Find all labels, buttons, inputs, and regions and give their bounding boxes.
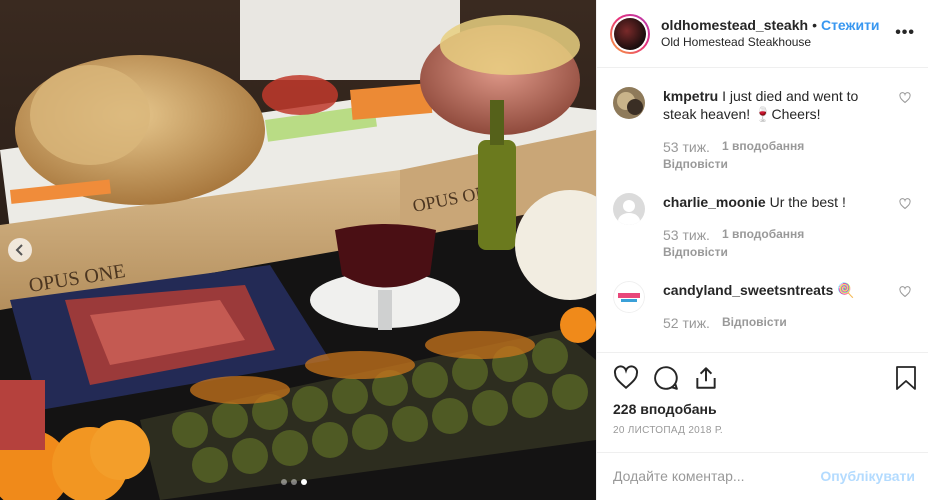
comment-time[interactable]: 52 тиж.: [663, 315, 710, 331]
comment-text-block: charlie_moonie Ur the best !: [663, 193, 885, 211]
share-icon: [696, 367, 716, 389]
follow-button[interactable]: Стежити: [821, 17, 880, 33]
carousel-dot-active: [301, 479, 307, 485]
comment-body: Ur the best !: [769, 194, 846, 210]
comment-like-button[interactable]: [899, 91, 911, 109]
food-photo: OPUS ONE OPUS ONE: [0, 0, 596, 500]
carousel-dot: [281, 479, 287, 485]
comment-reply-row: Відповісти: [663, 157, 728, 171]
comment-avatar[interactable]: [613, 87, 645, 119]
post-comment-button[interactable]: Опублікувати: [820, 468, 915, 484]
comment-input[interactable]: Додайте коментар...: [613, 468, 745, 484]
heart-icon: [899, 286, 911, 298]
post-sidebar: oldhomestead_steakh • Стежити Old Homest…: [596, 0, 928, 500]
comment-username[interactable]: candyland_sweetsntreats: [663, 282, 833, 298]
like-button[interactable]: [613, 365, 639, 396]
comment-avatar[interactable]: [613, 193, 645, 225]
comment-meta: 53 тиж. 1 вподобання: [663, 227, 804, 243]
comment-username[interactable]: kmpetru: [663, 88, 718, 104]
comment-text-block: kmpetru I just died and went to steak he…: [663, 87, 885, 123]
comment-button[interactable]: [653, 365, 679, 396]
comments-list: kmpetru I just died and went to steak he…: [597, 69, 928, 351]
comment-likes[interactable]: 1 вподобання: [722, 227, 804, 243]
heart-icon: [899, 92, 911, 104]
comment-time[interactable]: 53 тиж.: [663, 139, 710, 155]
reply-button[interactable]: Відповісти: [663, 157, 728, 171]
separator-dot: •: [812, 17, 817, 33]
post-actions: 228 вподобань 20 ЛИСТОПАД 2018 Р.: [597, 352, 928, 452]
share-button[interactable]: [693, 365, 719, 396]
save-button[interactable]: [895, 365, 917, 396]
chevron-left-icon: [15, 244, 23, 256]
comment-like-button[interactable]: [899, 197, 911, 215]
comment-likes[interactable]: 1 вподобання: [722, 139, 804, 155]
likes-count[interactable]: 228 вподобань: [613, 401, 717, 417]
comment-body: 🍭: [837, 282, 855, 298]
post-header: oldhomestead_steakh • Стежити Old Homest…: [597, 0, 928, 68]
more-options-icon[interactable]: •••: [895, 24, 915, 42]
comment-time[interactable]: 53 тиж.: [663, 227, 710, 243]
add-comment-bar: Додайте коментар... Опублікувати: [597, 452, 928, 500]
post-date[interactable]: 20 ЛИСТОПАД 2018 Р.: [613, 425, 723, 436]
avatar[interactable]: [610, 14, 650, 54]
comment-avatar[interactable]: [613, 281, 645, 313]
comment-like-button[interactable]: [899, 285, 911, 303]
comment-text-block: candyland_sweetsntreats 🍭: [663, 281, 885, 299]
reply-button[interactable]: Відповісти: [722, 315, 787, 331]
heart-icon: [613, 365, 639, 390]
username-link[interactable]: oldhomestead_steakh: [661, 17, 808, 33]
comment-reply-row: Відповісти: [663, 245, 728, 259]
comment-username[interactable]: charlie_moonie: [663, 194, 766, 210]
post-photo[interactable]: OPUS ONE OPUS ONE: [0, 0, 596, 500]
carousel-indicator: [281, 479, 307, 485]
previous-image-button[interactable]: [8, 238, 32, 262]
bookmark-icon: [896, 366, 916, 390]
comment-meta: 53 тиж. 1 вподобання: [663, 139, 804, 155]
carousel-dot: [291, 479, 297, 485]
speech-bubble-icon: [654, 366, 678, 390]
location-link[interactable]: Old Homestead Steakhouse: [661, 35, 811, 49]
reply-button[interactable]: Відповісти: [663, 245, 728, 259]
comment-meta: 52 тиж. Відповісти: [663, 315, 787, 331]
heart-icon: [899, 198, 911, 210]
